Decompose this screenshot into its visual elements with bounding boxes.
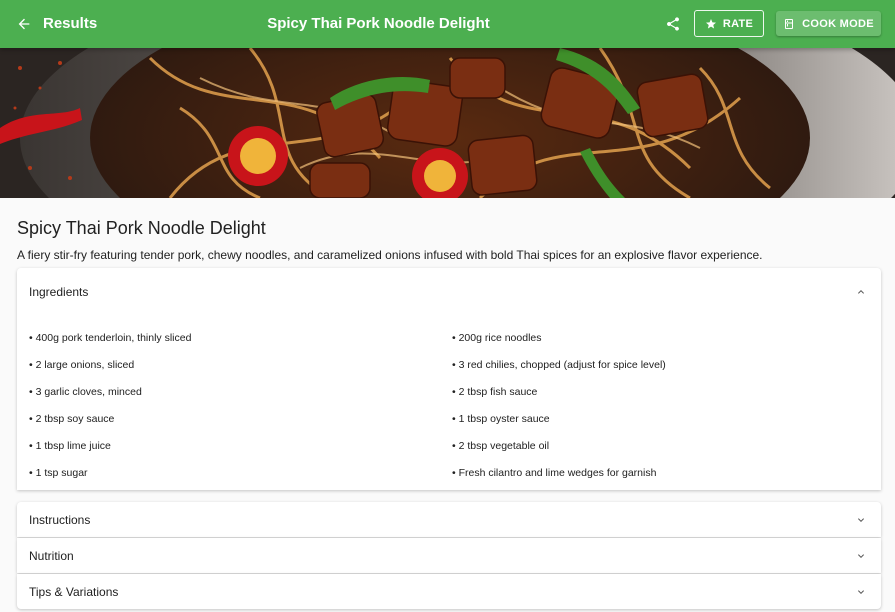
ingredient-item: • 2 tbsp soy sauce — [29, 413, 115, 425]
share-icon — [667, 17, 679, 31]
recipe-photo-icon — [0, 48, 895, 198]
recipe-description: A fiery stir-fry featuring tender pork, … — [17, 248, 763, 262]
ingredient-item: • Fresh cilantro and lime wedges for gar… — [452, 467, 657, 479]
ingredient-item: • 200g rice noodles — [452, 332, 542, 344]
instructions-label: Instructions — [29, 513, 91, 527]
ingredient-item: • 1 tbsp lime juice — [29, 440, 111, 452]
instructions-header[interactable]: Instructions — [17, 502, 881, 537]
ingredient-item: • 400g pork tenderloin, thinly sliced — [29, 332, 192, 344]
rate-label: RATE — [722, 17, 754, 30]
tips-panel: Tips & Variations — [17, 574, 881, 609]
ingredient-item: • 2 tbsp fish sauce — [452, 386, 538, 398]
tips-label: Tips & Variations — [29, 585, 119, 599]
cook-mode-label: COOK MODE — [802, 17, 874, 30]
share-button[interactable] — [659, 10, 687, 38]
tips-header[interactable]: Tips & Variations — [17, 574, 881, 609]
page-title: Spicy Thai Pork Noodle Delight — [267, 15, 490, 32]
chevron-down-icon — [858, 518, 864, 522]
ingredient-item: • 2 large onions, sliced — [29, 359, 135, 371]
ingredients-header[interactable]: Ingredients — [17, 268, 881, 316]
cook-mode-button[interactable]: COOK MODE — [776, 11, 881, 36]
app-bar: Results Spicy Thai Pork Noodle Delight R… — [0, 0, 895, 48]
ingredients-list: • 400g pork tenderloin, thinly sliced • … — [29, 325, 869, 487]
ingredient-item: • 2 tbsp vegetable oil — [452, 440, 550, 452]
ingredient-item: • 3 red chilies, chopped (adjust for spi… — [452, 359, 666, 371]
ingredient-item: • 1 tsp sugar — [29, 467, 88, 479]
nutrition-panel: Nutrition — [17, 538, 881, 573]
recipe-hero-image — [0, 48, 895, 198]
chevron-up-icon — [858, 290, 864, 294]
kitchen-icon — [785, 18, 794, 29]
ingredient-item: • 3 garlic cloves, minced — [29, 386, 142, 398]
nutrition-header[interactable]: Nutrition — [17, 538, 881, 573]
ingredients-label: Ingredients — [29, 285, 89, 299]
chevron-down-icon — [858, 590, 864, 594]
star-icon — [705, 18, 716, 28]
chevron-down-icon — [858, 554, 864, 558]
nutrition-label: Nutrition — [29, 549, 74, 563]
recipe-title: Spicy Thai Pork Noodle Delight — [17, 218, 266, 238]
rate-button[interactable]: RATE — [694, 10, 764, 37]
instructions-panel: Instructions — [17, 502, 881, 537]
ingredients-panel: Ingredients • 400g pork tenderloin, thin… — [17, 268, 881, 490]
ingredient-item: • 1 tbsp oyster sauce — [452, 413, 550, 425]
